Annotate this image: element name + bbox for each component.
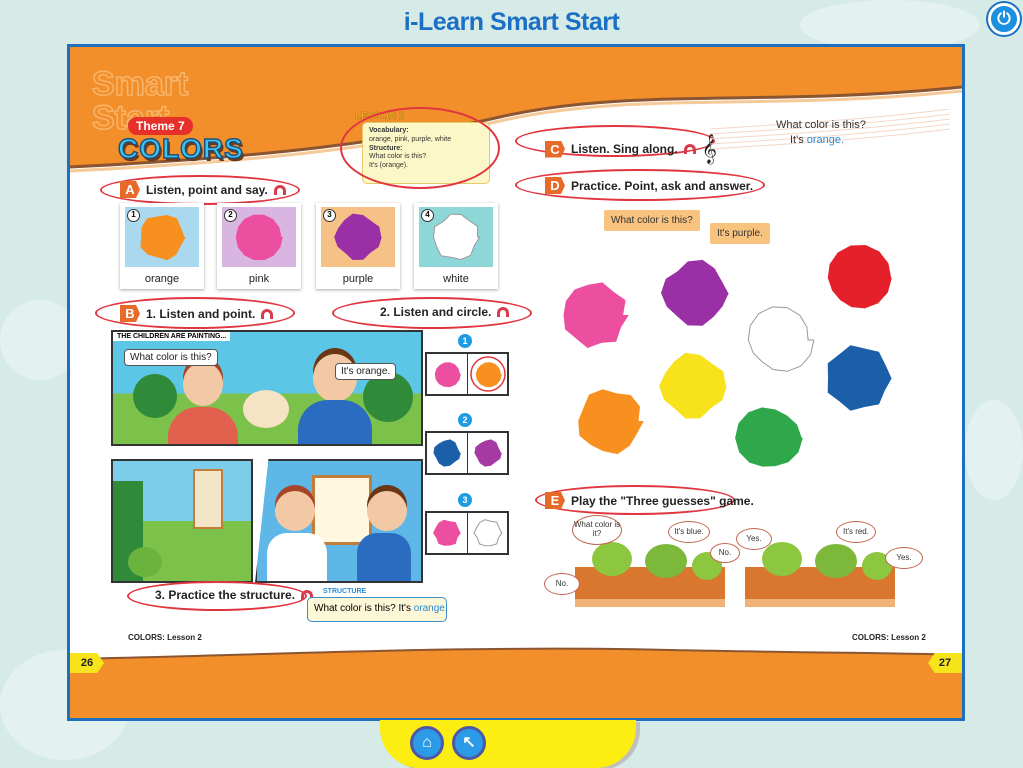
home-icon[interactable]: ⌂ bbox=[410, 726, 444, 760]
paint-blob[interactable] bbox=[747, 306, 815, 372]
paint-blob[interactable] bbox=[827, 345, 892, 411]
page-number-right: 27 bbox=[928, 653, 962, 673]
speech-bubble: No. bbox=[544, 573, 580, 595]
back-arrow-icon[interactable]: ↖ bbox=[452, 726, 486, 760]
card-number: 1 bbox=[127, 209, 140, 222]
paint-blob[interactable] bbox=[563, 282, 629, 348]
section-e-heading: E Play the "Three guesses" game. bbox=[545, 492, 754, 509]
speech-bubble: Yes. bbox=[736, 528, 772, 550]
paint-blob[interactable] bbox=[659, 352, 727, 419]
app-title: i-Learn Smart Start bbox=[403, 8, 620, 36]
paint-blob[interactable] bbox=[827, 245, 892, 309]
paint-blobs bbox=[563, 245, 892, 467]
section-e-title: Play the "Three guesses" game. bbox=[571, 493, 754, 508]
paint-blob[interactable] bbox=[661, 259, 729, 326]
speech-bubble: It's blue. bbox=[668, 521, 710, 543]
footer-label-left: COLORS: Lesson 2 bbox=[128, 633, 202, 642]
cloud-decoration bbox=[965, 400, 1023, 500]
section-letter-e: E bbox=[545, 492, 565, 509]
card-number: 4 bbox=[421, 209, 434, 222]
card-number: 2 bbox=[224, 209, 237, 222]
speech-bubble: It's red. bbox=[836, 521, 876, 543]
speech-bubble: No. bbox=[710, 543, 740, 563]
speech-bubble: What color is it? bbox=[572, 515, 622, 545]
frog bbox=[645, 544, 687, 578]
footer-label-right: COLORS: Lesson 2 bbox=[852, 633, 926, 642]
paint-blob[interactable] bbox=[578, 389, 644, 455]
power-icon[interactable]: ⏻ bbox=[988, 3, 1020, 35]
frog bbox=[815, 544, 857, 578]
page-number-left: 26 bbox=[70, 653, 104, 673]
card-number: 3 bbox=[323, 209, 336, 222]
paint-blob[interactable] bbox=[735, 407, 803, 467]
frog bbox=[592, 542, 632, 576]
speech-bubble: Yes. bbox=[885, 547, 923, 569]
book-spread: Smart Start Theme 7 COLORS LESSON 2 Voca… bbox=[67, 44, 965, 721]
frog bbox=[762, 542, 802, 576]
